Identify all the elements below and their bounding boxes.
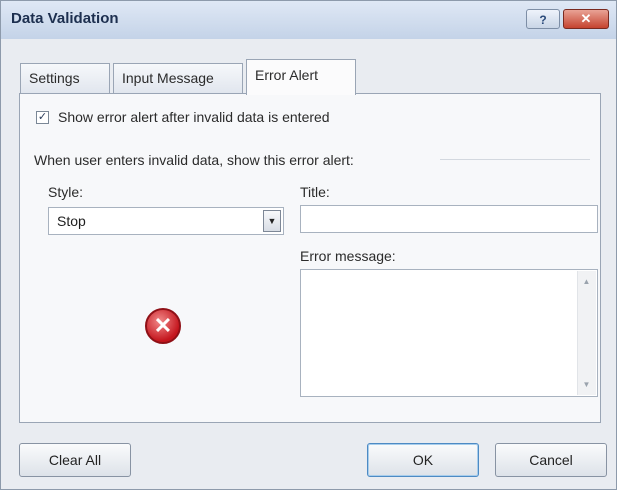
show-alert-checkbox[interactable]: ✓: [36, 111, 49, 124]
chevron-down-icon[interactable]: ▼: [263, 210, 281, 232]
help-button[interactable]: ?: [526, 9, 560, 29]
message-scrollbar[interactable]: ▲ ▼: [577, 271, 596, 395]
show-alert-label: Show error alert after invalid data is e…: [58, 109, 330, 125]
scroll-up-icon[interactable]: ▲: [580, 275, 593, 288]
scroll-down-icon[interactable]: ▼: [580, 378, 593, 391]
style-dropdown[interactable]: Stop ▼: [48, 207, 284, 235]
tab-error-alert[interactable]: Error Alert: [246, 59, 356, 95]
group-separator: [440, 159, 590, 160]
title-label: Title:: [300, 184, 330, 200]
data-validation-dialog: Data Validation ? ✕ Settings Input Messa…: [0, 0, 617, 490]
clear-all-button[interactable]: Clear All: [19, 443, 131, 477]
window-title: Data Validation: [11, 10, 119, 27]
group-label: When user enters invalid data, show this…: [34, 152, 354, 168]
close-button[interactable]: ✕: [563, 9, 609, 29]
ok-button[interactable]: OK: [367, 443, 479, 477]
title-input[interactable]: [300, 205, 598, 233]
cancel-button[interactable]: Cancel: [495, 443, 607, 477]
style-value: Stop: [57, 213, 86, 229]
error-stop-icon: ✕: [145, 308, 181, 344]
error-alert-panel: ✓ Show error alert after invalid data is…: [19, 93, 601, 423]
tab-input-message[interactable]: Input Message: [113, 63, 243, 93]
error-message-textarea[interactable]: ▲ ▼: [300, 269, 598, 397]
error-message-label: Error message:: [300, 248, 396, 264]
style-label: Style:: [48, 184, 84, 200]
title-bar: Data Validation ? ✕: [1, 1, 616, 39]
tab-settings[interactable]: Settings: [20, 63, 110, 93]
